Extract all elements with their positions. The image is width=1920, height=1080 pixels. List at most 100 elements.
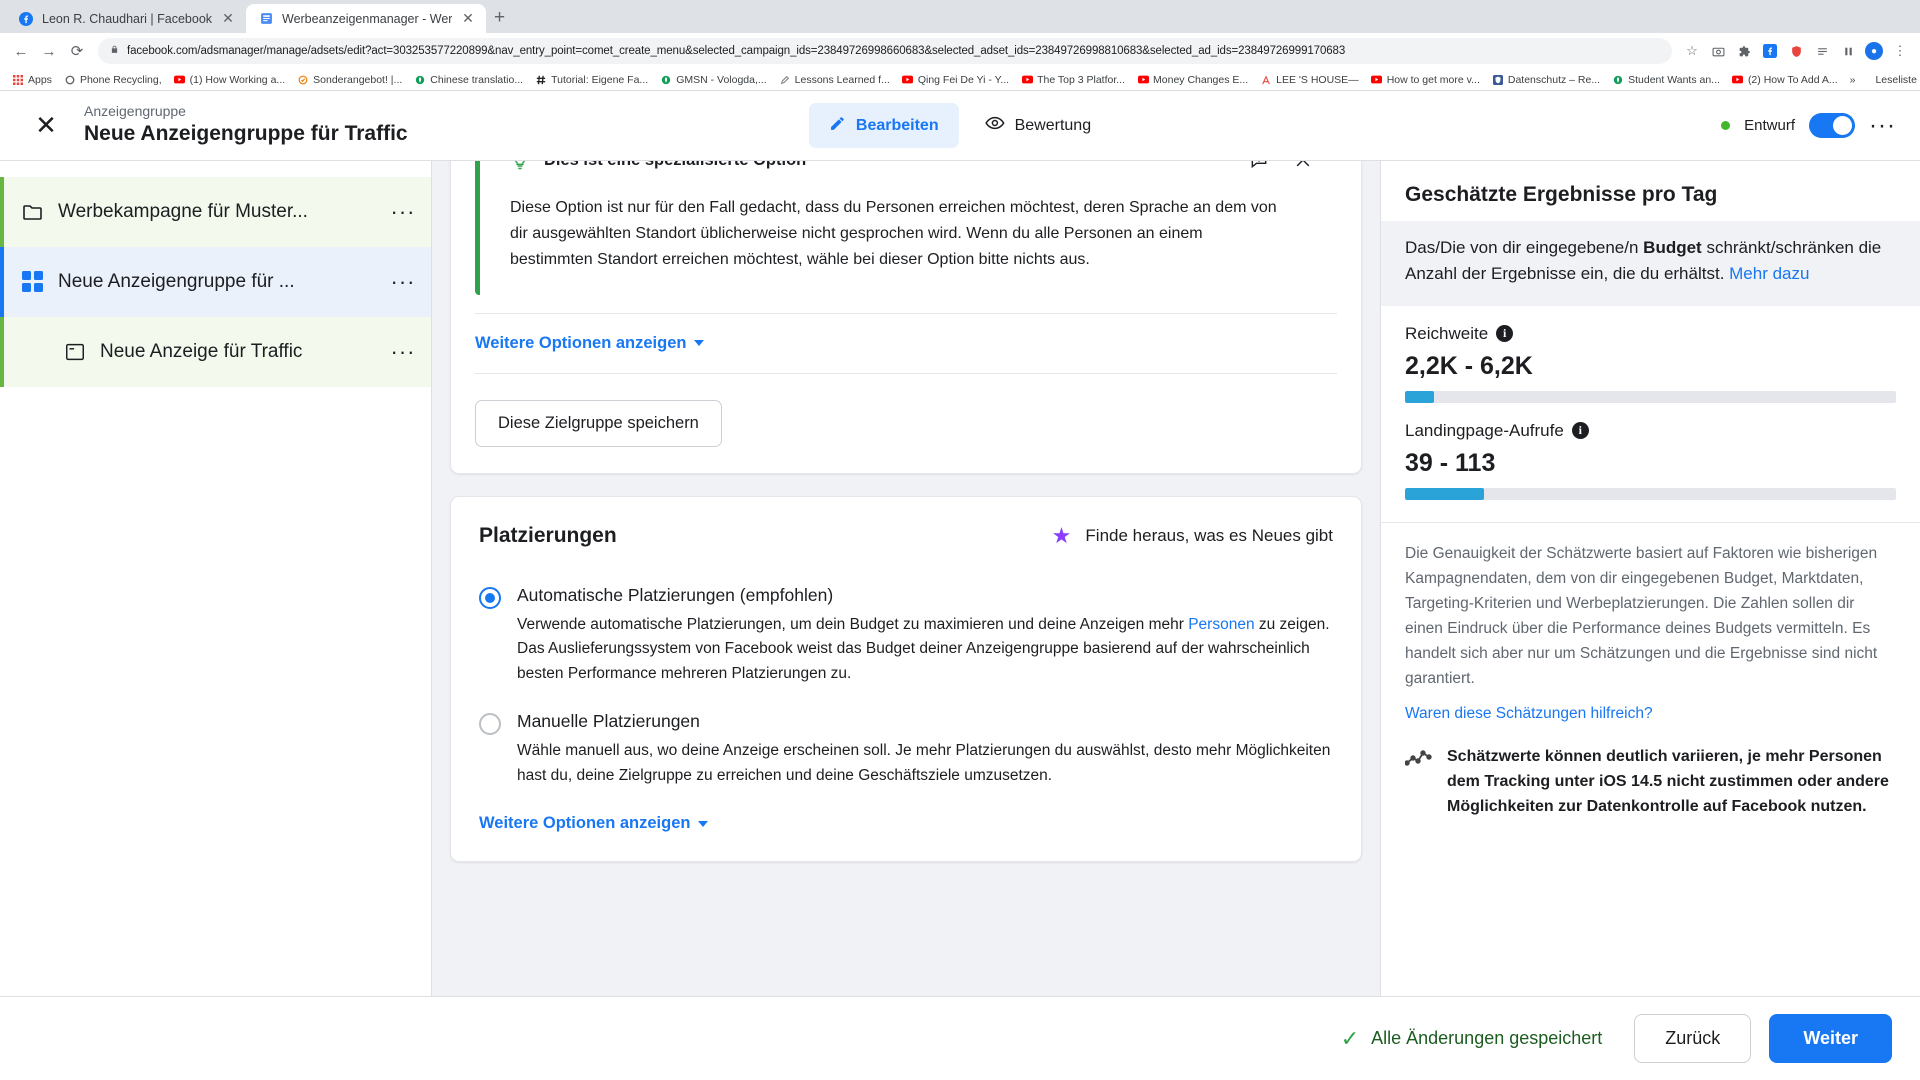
bookmarks-overflow-button[interactable]: »: [1844, 74, 1862, 86]
personen-link[interactable]: Personen: [1188, 616, 1254, 633]
eye-icon: [984, 113, 1005, 138]
a-icon: [1260, 74, 1272, 86]
metric-reichweite: Reichweite i 2,2K - 6,2K: [1381, 306, 1920, 403]
close-icon[interactable]: ✕: [220, 10, 236, 27]
sidebar-item-label: Neue Anzeigengruppe für ...: [58, 271, 295, 292]
youtube-icon: [902, 74, 914, 86]
estimates-helpful-link[interactable]: Waren diese Schätzungen hilfreich?: [1381, 691, 1920, 723]
notice-title: Dies ist eine spezialisierte Option: [544, 161, 1231, 170]
header-tabs: Bearbeiten Bewertung: [808, 103, 1112, 148]
account-icon[interactable]: ●: [1862, 39, 1886, 63]
reading-list-button[interactable]: Leseliste: [1869, 74, 1920, 86]
more-horizontal-icon[interactable]: ···: [375, 269, 431, 295]
bookmark-item[interactable]: The Top 3 Platfor...: [1015, 74, 1131, 86]
sidebar-accent-bar: [0, 247, 4, 317]
facebook-icon[interactable]: [1758, 39, 1782, 63]
close-icon[interactable]: ✕: [460, 10, 476, 27]
back-arrow-icon[interactable]: ←: [8, 38, 34, 64]
bookmark-item[interactable]: LEE 'S HOUSE—: [1254, 74, 1365, 86]
tab-bewertung[interactable]: Bewertung: [965, 103, 1112, 148]
bookmark-item[interactable]: Student Wants an...: [1606, 74, 1726, 86]
whats-new-link[interactable]: ★ Finde heraus, was es Neues gibt: [1052, 523, 1333, 549]
shield-icon[interactable]: [1784, 39, 1808, 63]
sidebar-item-ad[interactable]: Neue Anzeige für Traffic ···: [0, 317, 431, 387]
show-more-options-label: Weitere Optionen anzeigen: [475, 333, 687, 352]
more-horizontal-icon[interactable]: ···: [375, 199, 431, 225]
badge-icon: [297, 74, 309, 86]
info-icon[interactable]: i: [1496, 325, 1514, 343]
bookmark-label: (2) How To Add A...: [1747, 73, 1838, 86]
specialized-option-notice: Dies ist eine spezialisierte Option Dies…: [475, 161, 1337, 295]
radio-manual[interactable]: [479, 712, 501, 735]
reload-icon[interactable]: ⟳: [64, 38, 90, 64]
bookmark-label: Money Changes E...: [1153, 73, 1249, 86]
close-icon[interactable]: ✕: [24, 110, 68, 141]
bookmark-item[interactable]: GMSN - Vologda,...: [654, 74, 772, 86]
tab-label: Bewertung: [1014, 116, 1092, 134]
save-audience-button[interactable]: Diese Zielgruppe speichern: [475, 399, 722, 447]
radio-automatic[interactable]: [479, 586, 501, 609]
youtube-icon: [1021, 74, 1033, 86]
more-horizontal-icon[interactable]: ···: [375, 339, 431, 365]
info-icon[interactable]: i: [1571, 422, 1589, 440]
status-toggle[interactable]: [1809, 113, 1856, 138]
star-icon[interactable]: ☆: [1680, 39, 1704, 63]
bookmark-item[interactable]: Phone Recycling,: [58, 74, 168, 86]
metric-value: 39 - 113: [1405, 448, 1496, 477]
bookmark-item[interactable]: Apps: [6, 74, 58, 86]
whats-new-label: Finde heraus, was es Neues gibt: [1085, 525, 1333, 545]
bookmark-label: The Top 3 Platfor...: [1037, 73, 1126, 86]
show-more-options-link-2[interactable]: Weitere Optionen anzeigen: [479, 814, 709, 833]
feedback-icon[interactable]: [1243, 161, 1275, 175]
note-bold: Budget: [1643, 238, 1702, 257]
divider: [475, 372, 1337, 374]
placement-option-body: Manuelle Platzierungen Wähle manuell aus…: [517, 711, 1333, 788]
youtube-icon: [174, 74, 186, 86]
list-icon[interactable]: [1810, 39, 1834, 63]
notice-body: Diese Option ist nur für den Fall gedach…: [510, 199, 1277, 268]
back-button[interactable]: Zurück: [1634, 1014, 1752, 1063]
sidebar-item-campaign[interactable]: Werbekampagne für Muster... ···: [0, 177, 431, 247]
estimates-warning: Schätzwerte können deutlich variieren, j…: [1381, 723, 1920, 819]
bookmark-item[interactable]: Chinese translatio...: [408, 74, 529, 86]
bookmark-label: Qing Fei De Yi - Y...: [917, 73, 1010, 86]
new-tab-button[interactable]: +: [494, 7, 505, 33]
bookmark-item[interactable]: Qing Fei De Yi - Y...: [896, 74, 1015, 86]
sidebar-item-adset[interactable]: Neue Anzeigengruppe für ... ···: [0, 247, 431, 317]
close-icon[interactable]: [1287, 161, 1319, 175]
tab-bearbeiten[interactable]: Bearbeiten: [808, 103, 959, 148]
menu-icon[interactable]: ⋮: [1888, 39, 1912, 63]
bookmark-item[interactable]: How to get more v...: [1365, 74, 1486, 86]
bookmark-label: Tutorial: Eigene Fa...: [551, 73, 649, 86]
more-horizontal-icon[interactable]: ···: [1869, 112, 1896, 140]
bookmark-item[interactable]: Sonderangebot! |...: [291, 74, 408, 86]
bookmark-item[interactable]: Datenschutz – Re...: [1486, 74, 1606, 86]
forward-arrow-icon[interactable]: →: [36, 38, 62, 64]
more-info-link[interactable]: Mehr dazu: [1729, 264, 1809, 283]
address-bar[interactable]: facebook.com/adsmanager/manage/adsets/ed…: [98, 38, 1672, 64]
browser-toolbar: ← → ⟳ facebook.com/adsmanager/manage/ads…: [0, 33, 1920, 69]
camera-icon[interactable]: [1706, 39, 1730, 63]
bookmark-item[interactable]: Tutorial: Eigene Fa...: [529, 74, 654, 86]
placement-option-manual[interactable]: Manuelle Platzierungen Wähle manuell aus…: [479, 711, 1333, 788]
pause-icon[interactable]: [1836, 39, 1860, 63]
bookmark-item[interactable]: (1) How Working a...: [168, 74, 292, 86]
next-button[interactable]: Weiter: [1769, 1014, 1892, 1063]
browser-tab-1[interactable]: Leon R. Chaudhari | Facebook ✕: [6, 4, 246, 33]
show-more-options-link-1[interactable]: Weitere Optionen anzeigen: [475, 333, 705, 353]
tab-label: Bearbeiten: [855, 116, 939, 134]
bookmark-item[interactable]: (2) How To Add A...: [1726, 74, 1844, 86]
bookmark-item[interactable]: Money Changes E...: [1131, 74, 1254, 86]
placement-option-automatic[interactable]: Automatische Platzierungen (empfohlen) V…: [479, 585, 1333, 687]
browser-tab-2[interactable]: Werbeanzeigenmanager - Wer ✕: [246, 4, 486, 33]
bookmarks-overflow-area: » Leseliste: [1844, 74, 1920, 86]
placements-header: Platzierungen ★ Finde heraus, was es Neu…: [479, 523, 1333, 549]
leaf-icon: [660, 74, 672, 86]
placement-option-label: Automatische Platzierungen (empfohlen): [517, 584, 834, 605]
header-right: Entwurf ···: [1721, 112, 1896, 140]
estimates-warning-text: Schätzwerte können deutlich variieren, j…: [1447, 748, 1889, 815]
facebook-icon: [18, 11, 34, 27]
bookmark-item[interactable]: Lessons Learned f...: [773, 74, 896, 86]
placement-option-body: Automatische Platzierungen (empfohlen) V…: [517, 585, 1333, 687]
puzzle-icon[interactable]: [1732, 39, 1756, 63]
